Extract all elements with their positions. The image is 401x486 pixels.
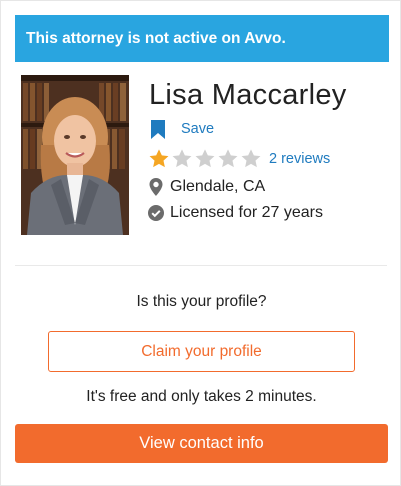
save-label: Save: [181, 121, 215, 137]
star-icon: [195, 149, 215, 168]
inactive-banner: This attorney is not active on Avvo.: [15, 15, 389, 62]
star-icon: [241, 149, 261, 168]
attorney-card: This attorney is not active on Avvo. Lis…: [0, 0, 401, 486]
claim-note: It's free and only takes 2 minutes.: [86, 388, 317, 405]
location-text: Glendale, CA: [170, 178, 266, 195]
location-row: Glendale, CA: [148, 176, 265, 198]
claim-profile-label: Claim your profile: [141, 342, 262, 360]
divider: [15, 265, 387, 266]
save-button[interactable]: Save: [151, 118, 214, 140]
map-pin-icon: [148, 178, 164, 196]
star-rating: [148, 148, 263, 170]
inactive-banner-text: This attorney is not active on Avvo.: [26, 29, 286, 47]
license-text: Licensed for 27 years: [170, 204, 323, 221]
bookmark-icon: [151, 119, 165, 139]
check-circle-icon: [148, 204, 164, 222]
attorney-photo: [21, 75, 129, 235]
view-contact-info-label: View contact info: [139, 434, 264, 452]
star-icon: [172, 149, 192, 168]
attorney-name: Lisa Maccarley: [149, 79, 347, 111]
license-row: Licensed for 27 years: [148, 202, 323, 224]
claim-question: Is this your profile?: [136, 293, 267, 310]
claim-profile-button[interactable]: Claim your profile: [48, 331, 355, 372]
view-contact-info-button[interactable]: View contact info: [15, 424, 388, 463]
rating: 2 reviews: [148, 148, 330, 170]
star-icon: [218, 149, 238, 168]
reviews-link[interactable]: 2 reviews: [269, 151, 330, 167]
star-icon: [149, 149, 169, 168]
